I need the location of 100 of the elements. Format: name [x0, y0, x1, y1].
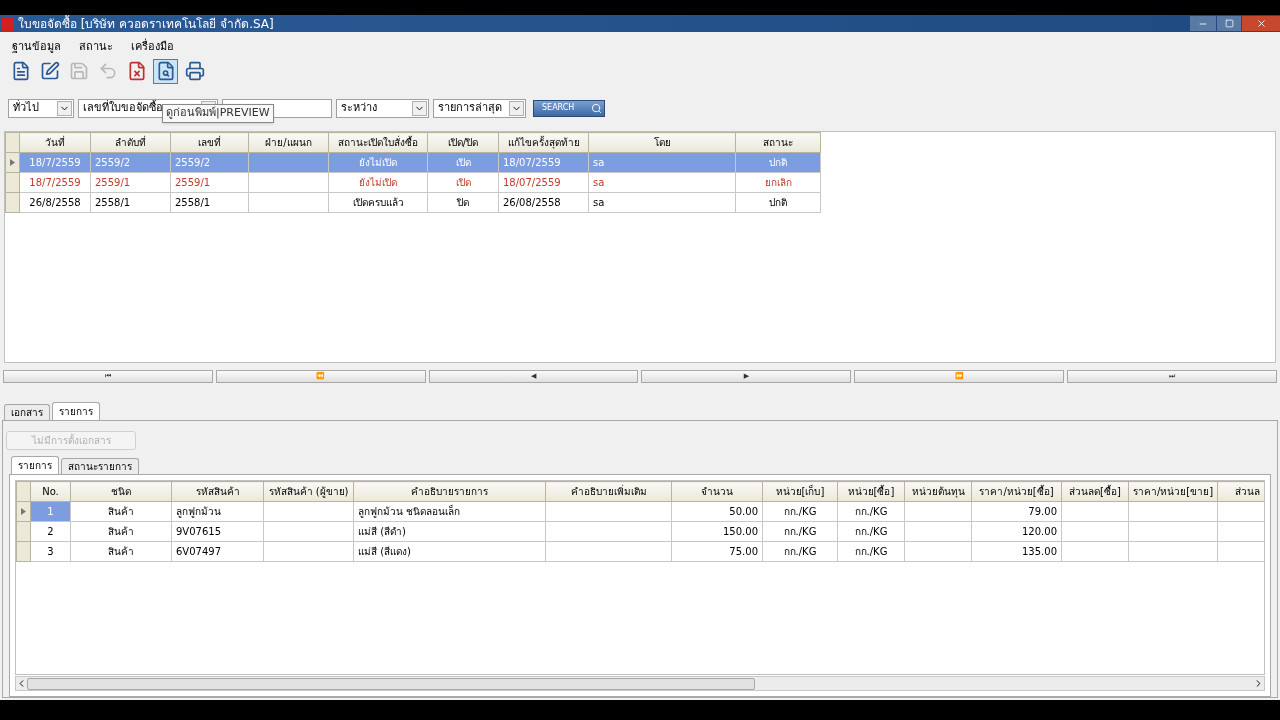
table-cell: ยกเลิก: [735, 172, 821, 193]
column-header[interactable]: หน่วย[เก็บ]: [762, 481, 838, 502]
column-header[interactable]: ฝ่าย/แผนก: [248, 132, 329, 153]
table-cell: 150.00: [671, 521, 763, 542]
table-cell: เปิดครบแล้ว: [328, 192, 428, 213]
table-cell: 79.00: [971, 501, 1062, 522]
table-cell: [904, 521, 972, 542]
column-header[interactable]: ส่วนล: [1217, 481, 1264, 502]
printer-icon: [184, 61, 205, 81]
column-header[interactable]: ชนิด: [70, 481, 172, 502]
table-cell: ปิด: [427, 192, 499, 213]
table-cell: เปิด: [427, 152, 499, 173]
table-cell: 2558/1: [170, 192, 249, 213]
menu-item[interactable]: สถานะ: [79, 39, 113, 56]
table-cell: ปกติ: [735, 152, 821, 173]
table-cell[interactable]: 2: [30, 521, 71, 542]
table-cell: [1061, 541, 1129, 562]
undo-icon: [97, 61, 118, 81]
tooltip: ดูก่อนพิมพ์|PREVIEW: [162, 104, 274, 123]
table-cell: 9V07615: [171, 521, 264, 542]
table-cell: กก./KG: [837, 541, 905, 562]
row-header: [5, 132, 20, 153]
menu-item[interactable]: ฐานข้อมูล: [12, 39, 61, 56]
row-pointer-icon: [10, 158, 15, 166]
table-cell: สินค้า: [70, 501, 172, 522]
range-dropdown[interactable]: ระหว่าง: [336, 98, 429, 118]
preview-button[interactable]: [153, 58, 178, 84]
table-cell: กก./KG: [762, 521, 838, 542]
table-cell: 2559/2: [170, 152, 249, 173]
search-icon: [591, 102, 602, 114]
table-cell: [904, 541, 972, 562]
column-header[interactable]: หน่วยต้นทุน: [904, 481, 972, 502]
table-cell: 2559/1: [90, 172, 171, 193]
table-cell: กก./KG: [762, 501, 838, 522]
table-cell: 2558/1: [90, 192, 171, 213]
row-header: [5, 172, 20, 193]
column-header[interactable]: สถานะเปิดใบสั่งซื้อ: [328, 132, 428, 153]
column-header[interactable]: ราคา/หน่วย[ซื้อ]: [971, 481, 1062, 502]
table-cell: แม่สี (สีดำ): [353, 521, 546, 542]
table-cell: 75.00: [671, 541, 763, 562]
table-cell: [1061, 501, 1129, 522]
table-cell: สินค้า: [70, 521, 172, 542]
table-cell: sa: [588, 152, 736, 173]
table-row[interactable]: 18/7/2559 2559/1 2559/1 ยังไม่เปิด เปิด 18/07/2559 sa ยกเลิก: [5, 172, 821, 193]
table-cell: 2559/1: [170, 172, 249, 193]
tab[interactable]: เอกสาร: [4, 404, 50, 420]
table-cell: [1061, 521, 1129, 542]
table-cell: ปกติ: [735, 192, 821, 213]
table-cell: 18/07/2559: [498, 152, 589, 173]
tab[interactable]: รายการ: [11, 456, 59, 474]
column-header[interactable]: ส่วนลด[ซื้อ]: [1061, 481, 1129, 502]
column-header[interactable]: เปิด/ปิด: [427, 132, 499, 153]
horizontal-scrollbar[interactable]: [15, 676, 1265, 691]
table-cell: สินค้า: [70, 541, 172, 562]
column-header[interactable]: รหัสสินค้า (ผู้ขาย): [263, 481, 354, 502]
column-header[interactable]: เลขที่: [170, 132, 249, 153]
table-cell: 50.00: [671, 501, 763, 522]
column-header[interactable]: โดย: [588, 132, 736, 153]
column-header[interactable]: หน่วย[ซื้อ]: [837, 481, 905, 502]
tab[interactable]: รายการ: [52, 402, 100, 420]
scrollbar-thumb[interactable]: [27, 677, 755, 690]
row-header: [16, 541, 31, 562]
table-cell: 18/7/2559: [19, 152, 91, 173]
maximize-icon: [1224, 19, 1234, 28]
table-cell: sa: [588, 172, 736, 193]
type-dropdown[interactable]: ทั่วไป: [8, 98, 74, 118]
column-header[interactable]: No.: [30, 481, 71, 502]
column-header[interactable]: จำนวน: [671, 481, 763, 502]
table-cell: 18/7/2559: [19, 172, 91, 193]
table-cell: กก./KG: [762, 541, 838, 562]
column-header[interactable]: คำอธิบายรายการ: [353, 481, 546, 502]
column-header[interactable]: ลำดับที่: [90, 132, 171, 153]
maximize-button[interactable]: [1217, 16, 1241, 31]
column-header[interactable]: คำอธิบายเพิ่มเติม: [545, 481, 672, 502]
column-header[interactable]: แก้ไขครั้งสุดท้าย: [498, 132, 589, 153]
table-cell: 120.00: [971, 521, 1062, 542]
app-icon: [2, 16, 14, 31]
menu-item[interactable]: เครื่องมือ: [131, 39, 174, 56]
table-cell[interactable]: 3: [30, 541, 71, 562]
table-row[interactable]: 26/8/2558 2558/1 2558/1 เปิดครบแล้ว ปิด 26/08/2558 sa ปกติ: [5, 192, 821, 213]
save-icon: [68, 61, 89, 81]
table-cell: แม่สี (สีแดง): [353, 541, 546, 562]
window-title: ใบขอจัดซื้อ [บริษัท ควอดราเทคโนโลยี จำกัด.SA]: [18, 14, 274, 33]
table-cell: 135.00: [971, 541, 1062, 562]
table-cell: 2559/2: [90, 152, 171, 173]
pencil-icon: [39, 61, 60, 81]
column-header[interactable]: วันที่: [19, 132, 91, 153]
column-header[interactable]: ราคา/หน่วย[ขาย]: [1128, 481, 1218, 502]
column-header[interactable]: รหัสสินค้า: [171, 481, 264, 502]
close-button[interactable]: [1242, 16, 1280, 31]
table-cell: ลูกฟูกม้วน ชนิดลอนเล็ก: [353, 501, 546, 522]
table-cell: เปิด: [427, 172, 499, 193]
table-cell: 26/08/2558: [498, 192, 589, 213]
tab[interactable]: สถานะรายการ: [61, 458, 139, 474]
table-cell: ลูกฟูกม้วน: [171, 501, 264, 522]
minimize-button[interactable]: [1190, 16, 1216, 31]
row-pointer-icon: [21, 507, 26, 515]
column-header[interactable]: สถานะ: [735, 132, 821, 153]
table-cell: 6V07497: [171, 541, 264, 562]
order-dropdown[interactable]: รายการล่าสุด: [433, 98, 526, 118]
